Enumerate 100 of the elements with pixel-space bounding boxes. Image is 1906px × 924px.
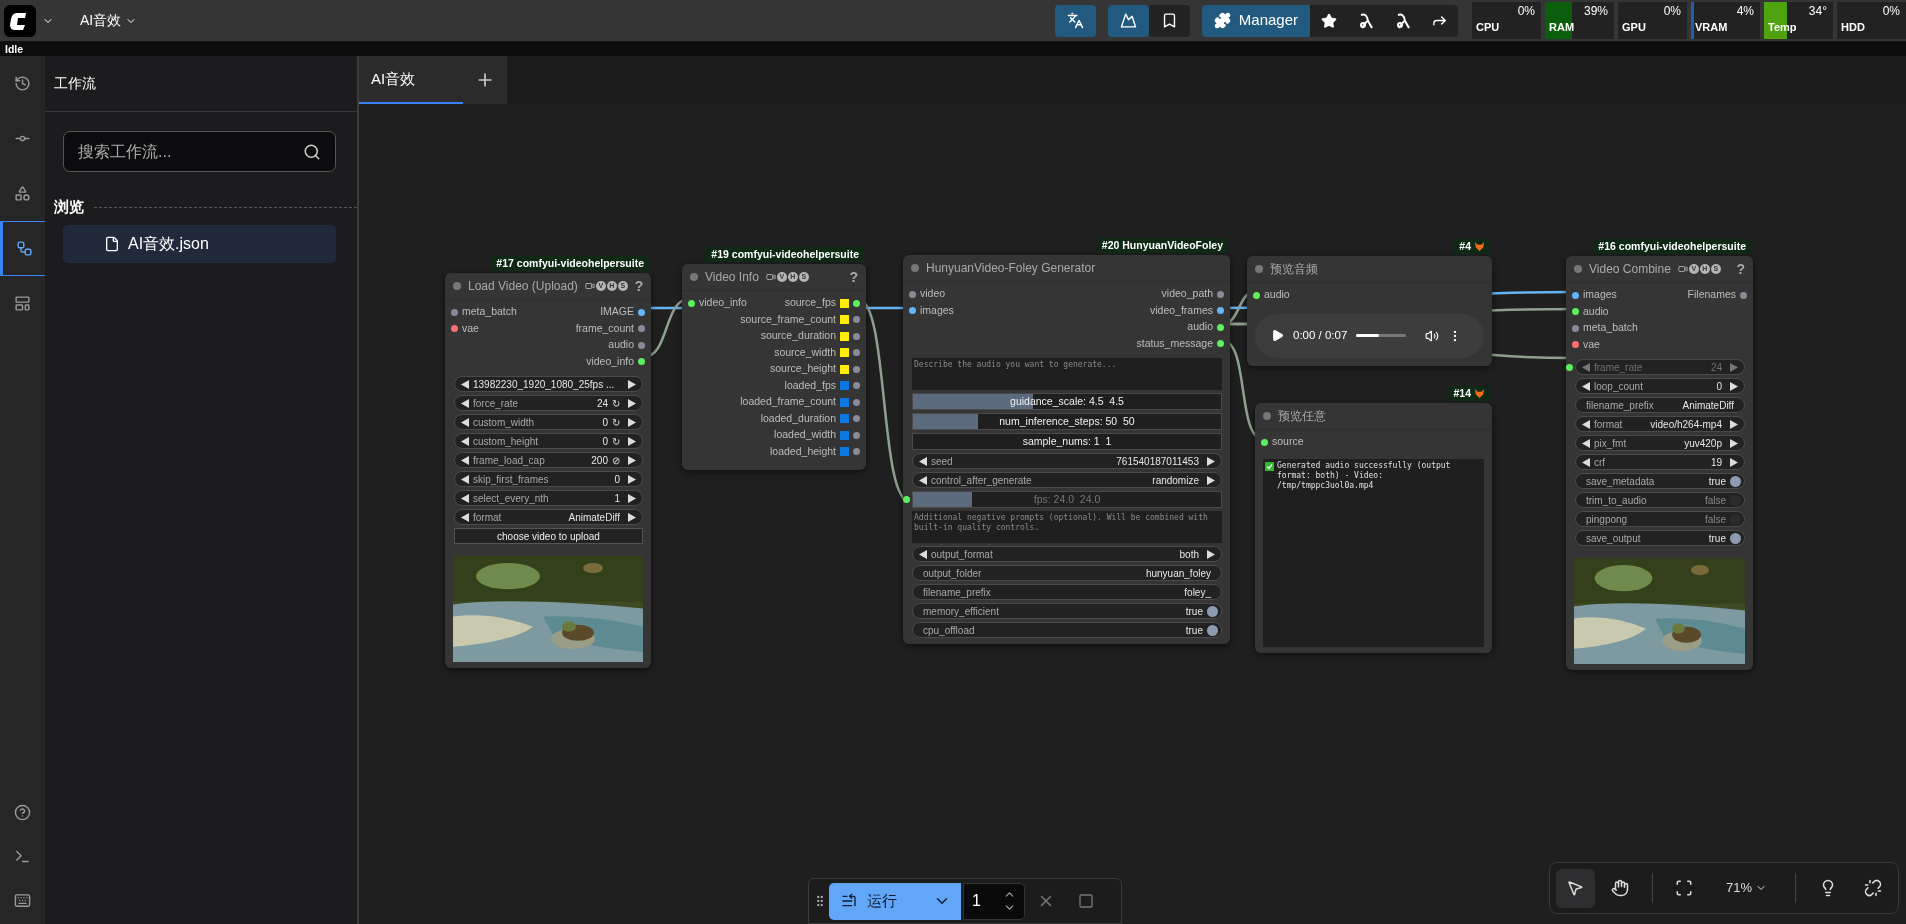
- widget-value: 24: [596, 396, 608, 411]
- combo-widget[interactable]: seed 761540187011453: [912, 453, 1222, 469]
- combo-widget[interactable]: 13982230_1920_1080_25fps ...: [454, 376, 643, 392]
- combo-widget[interactable]: loop_count 0: [1575, 378, 1745, 394]
- toggle-knob[interactable]: [1207, 624, 1218, 636]
- text-widget[interactable]: output_folder hunyuan_foley: [912, 565, 1222, 581]
- progress-track[interactable]: [1356, 334, 1407, 337]
- combo-widget[interactable]: format video/h264-mp4: [1575, 416, 1745, 432]
- manager-button[interactable]: Manager: [1201, 4, 1310, 37]
- slider-widget[interactable]: fps: 24.0 24.0: [912, 491, 1222, 508]
- combo-widget[interactable]: crf 19: [1575, 454, 1745, 470]
- slider-widget[interactable]: num_inference_steps: 50 50: [912, 413, 1222, 430]
- widget-value: both: [1179, 547, 1199, 562]
- play-icon[interactable]: [1271, 329, 1284, 342]
- toggle-knob[interactable]: [1730, 513, 1741, 525]
- output-label: loaded_width: [774, 427, 836, 443]
- node-card[interactable]: [903, 255, 1230, 644]
- toggle-widget[interactable]: trim_to_audio false: [1575, 492, 1745, 508]
- mountain-button[interactable]: [1107, 4, 1149, 37]
- workflow-tab[interactable]: AI音效: [359, 56, 463, 104]
- combo-widget[interactable]: custom_width 0 ↻: [454, 414, 643, 430]
- search-field[interactable]: 搜索工作流...: [78, 139, 303, 164]
- widget-label: trim_to_audio: [1586, 493, 1647, 508]
- node-card[interactable]: [1566, 256, 1753, 670]
- toggle-widget[interactable]: cpu_offload true: [912, 622, 1222, 638]
- toggle-knob[interactable]: [1207, 605, 1218, 617]
- prompt-field[interactable]: Describe the audio you want to generate...: [912, 358, 1222, 390]
- run-button[interactable]: 运行: [829, 882, 961, 920]
- node-card[interactable]: 预览任意 source Generated audio successfully (output format: both) - Video: /tmp/tmppc3uol0a.mp4: [1255, 403, 1492, 653]
- upload-button[interactable]: choose video to upload: [454, 528, 643, 544]
- add-tab-button[interactable]: [463, 56, 507, 104]
- help-mark[interactable]: ?: [1736, 258, 1745, 280]
- output-label: source_height: [770, 361, 836, 377]
- node-card[interactable]: [445, 273, 651, 668]
- toggle-widget[interactable]: memory_efficient true: [912, 603, 1222, 619]
- output-text: Generated audio successfully (output format: both) - Video: /tmp/tmppc3uol0a.mp4: [1277, 460, 1452, 491]
- pointer-tool[interactable]: [1555, 868, 1595, 908]
- slider-label: guidance_scale: 4.5 4.5: [1010, 393, 1124, 409]
- text-widget[interactable]: filename_prefix AnimateDiff: [1575, 397, 1745, 413]
- widget-value: 200: [591, 453, 608, 468]
- output-label: status_message: [1136, 335, 1213, 351]
- workflow-icon: [15, 240, 33, 257]
- combo-widget[interactable]: format AnimateDiff: [454, 509, 643, 525]
- input-label: video_info: [699, 295, 747, 311]
- combo-widget[interactable]: custom_height 0 ↻: [454, 433, 643, 449]
- workflow-menu[interactable]: AI音效: [80, 10, 138, 31]
- shapes-icon: [14, 185, 31, 202]
- translate-icon: [1066, 12, 1084, 29]
- combo-widget[interactable]: pix_fmt yuv420p: [1575, 435, 1745, 451]
- zoom-menu[interactable]: 71%: [1709, 868, 1783, 908]
- bookmark-button[interactable]: [1148, 4, 1190, 37]
- output-label: audio: [608, 337, 634, 353]
- search-box[interactable]: 搜索工作流...: [63, 131, 336, 172]
- toggle-widget[interactable]: save_metadata true: [1575, 473, 1745, 489]
- node-title: Load Video (Upload): [468, 278, 578, 295]
- widget-label: save_metadata: [1586, 474, 1655, 489]
- widget-label: custom_width: [473, 415, 535, 430]
- node-card[interactable]: 预览音频 audio 0:00 / 0:07: [1247, 256, 1492, 366]
- batch-count-field[interactable]: 1: [972, 889, 992, 913]
- toggle-widget[interactable]: pingpong false: [1575, 511, 1745, 527]
- audio-player[interactable]: 0:00 / 0:07: [1255, 313, 1484, 358]
- toggle-knob[interactable]: [1730, 475, 1741, 487]
- help-icon: [14, 803, 31, 821]
- node-title: 预览任意: [1278, 408, 1326, 425]
- toggle-widget[interactable]: save_output true: [1575, 530, 1745, 546]
- widget-label: loop_count: [1594, 379, 1643, 394]
- arrow-left-icon[interactable]: [919, 549, 927, 559]
- node-title: Video Combine: [1589, 261, 1671, 278]
- output-label: Filenames: [1687, 287, 1736, 303]
- fox-icon: [1474, 241, 1485, 252]
- combo-widget[interactable]: skip_first_frames 0: [454, 471, 643, 487]
- toggle-knob[interactable]: [1730, 532, 1741, 544]
- widget-value: 1: [614, 491, 620, 506]
- section-title: 浏览: [54, 197, 84, 217]
- translate-button[interactable]: [1054, 4, 1096, 37]
- pointer-icon: [1566, 879, 1585, 897]
- combo-widget[interactable]: frame_load_cap 200 ⊘: [454, 452, 643, 468]
- toggle-knob[interactable]: [1730, 494, 1741, 506]
- combo-widget[interactable]: select_every_nth 1: [454, 490, 643, 506]
- help-mark[interactable]: ?: [634, 275, 644, 297]
- logo-icon: [4, 4, 36, 37]
- help-mark[interactable]: ?: [849, 266, 858, 288]
- prompt-field[interactable]: Additional negative prompts (optional). Will be combined with built-in quality controls.: [912, 511, 1222, 543]
- combo-widget[interactable]: output_format both: [912, 546, 1222, 562]
- volume-icon[interactable]: [1425, 328, 1440, 343]
- batch-count-box[interactable]: 1: [963, 882, 1025, 920]
- output-label: loaded_frame_count: [740, 394, 836, 410]
- arrow-right-icon[interactable]: [1207, 549, 1215, 559]
- value-symbol: ↻: [612, 415, 620, 430]
- badge-text: #19 comfyui-videohelpersuite: [711, 246, 859, 262]
- slider-widget[interactable]: sample_nums: 1 1: [912, 433, 1222, 450]
- input-label: vae: [462, 320, 479, 336]
- combo-widget[interactable]: force_rate 24 ↻: [454, 395, 643, 411]
- widget-label: pingpong: [1586, 512, 1628, 527]
- widget-value: true: [1185, 604, 1203, 619]
- widget-label: memory_efficient: [923, 604, 999, 619]
- combo-widget[interactable]: control_after_generate randomize: [912, 472, 1222, 488]
- slider-widget[interactable]: guidance_scale: 4.5 4.5: [912, 393, 1222, 410]
- workflow-item[interactable]: AI音效.json: [63, 224, 336, 263]
- text-widget[interactable]: filename_prefix foley_: [912, 584, 1222, 600]
